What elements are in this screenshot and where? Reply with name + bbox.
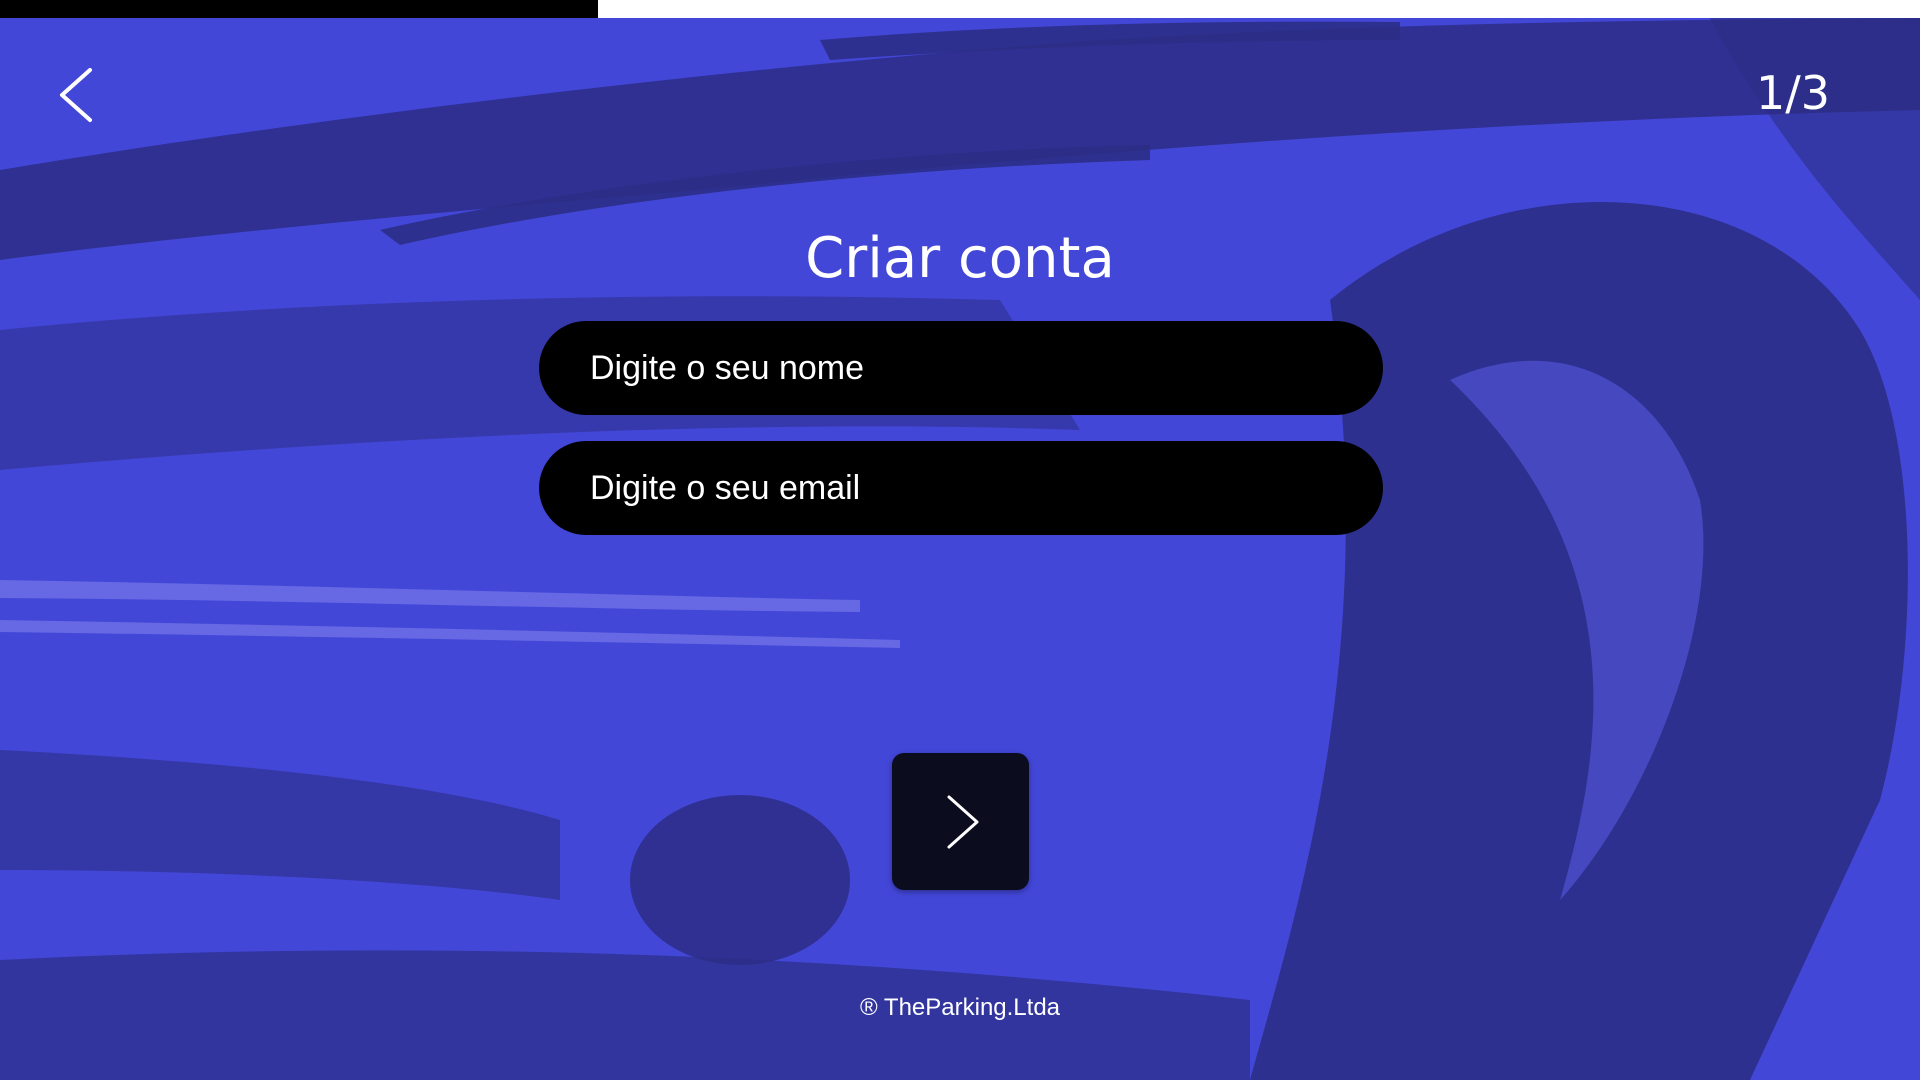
car-background-image bbox=[0, 0, 1920, 1080]
name-field[interactable] bbox=[539, 321, 1383, 415]
progress-bar-fill bbox=[0, 0, 599, 18]
progress-bar bbox=[0, 0, 1920, 18]
step-counter: 1/3 bbox=[1755, 66, 1830, 120]
create-account-screen: 1/3 Criar conta ® TheParking.Ltda bbox=[0, 0, 1920, 1080]
chevron-left-icon bbox=[60, 68, 92, 122]
chevron-right-icon bbox=[947, 795, 978, 848]
email-input[interactable] bbox=[590, 468, 1310, 508]
next-button[interactable] bbox=[892, 753, 1029, 890]
name-input[interactable] bbox=[590, 348, 1310, 388]
footer-copyright: ® TheParking.Ltda bbox=[859, 994, 1061, 1021]
back-button[interactable] bbox=[50, 60, 106, 130]
email-field[interactable] bbox=[539, 441, 1383, 535]
page-title: Criar conta bbox=[805, 226, 1115, 291]
